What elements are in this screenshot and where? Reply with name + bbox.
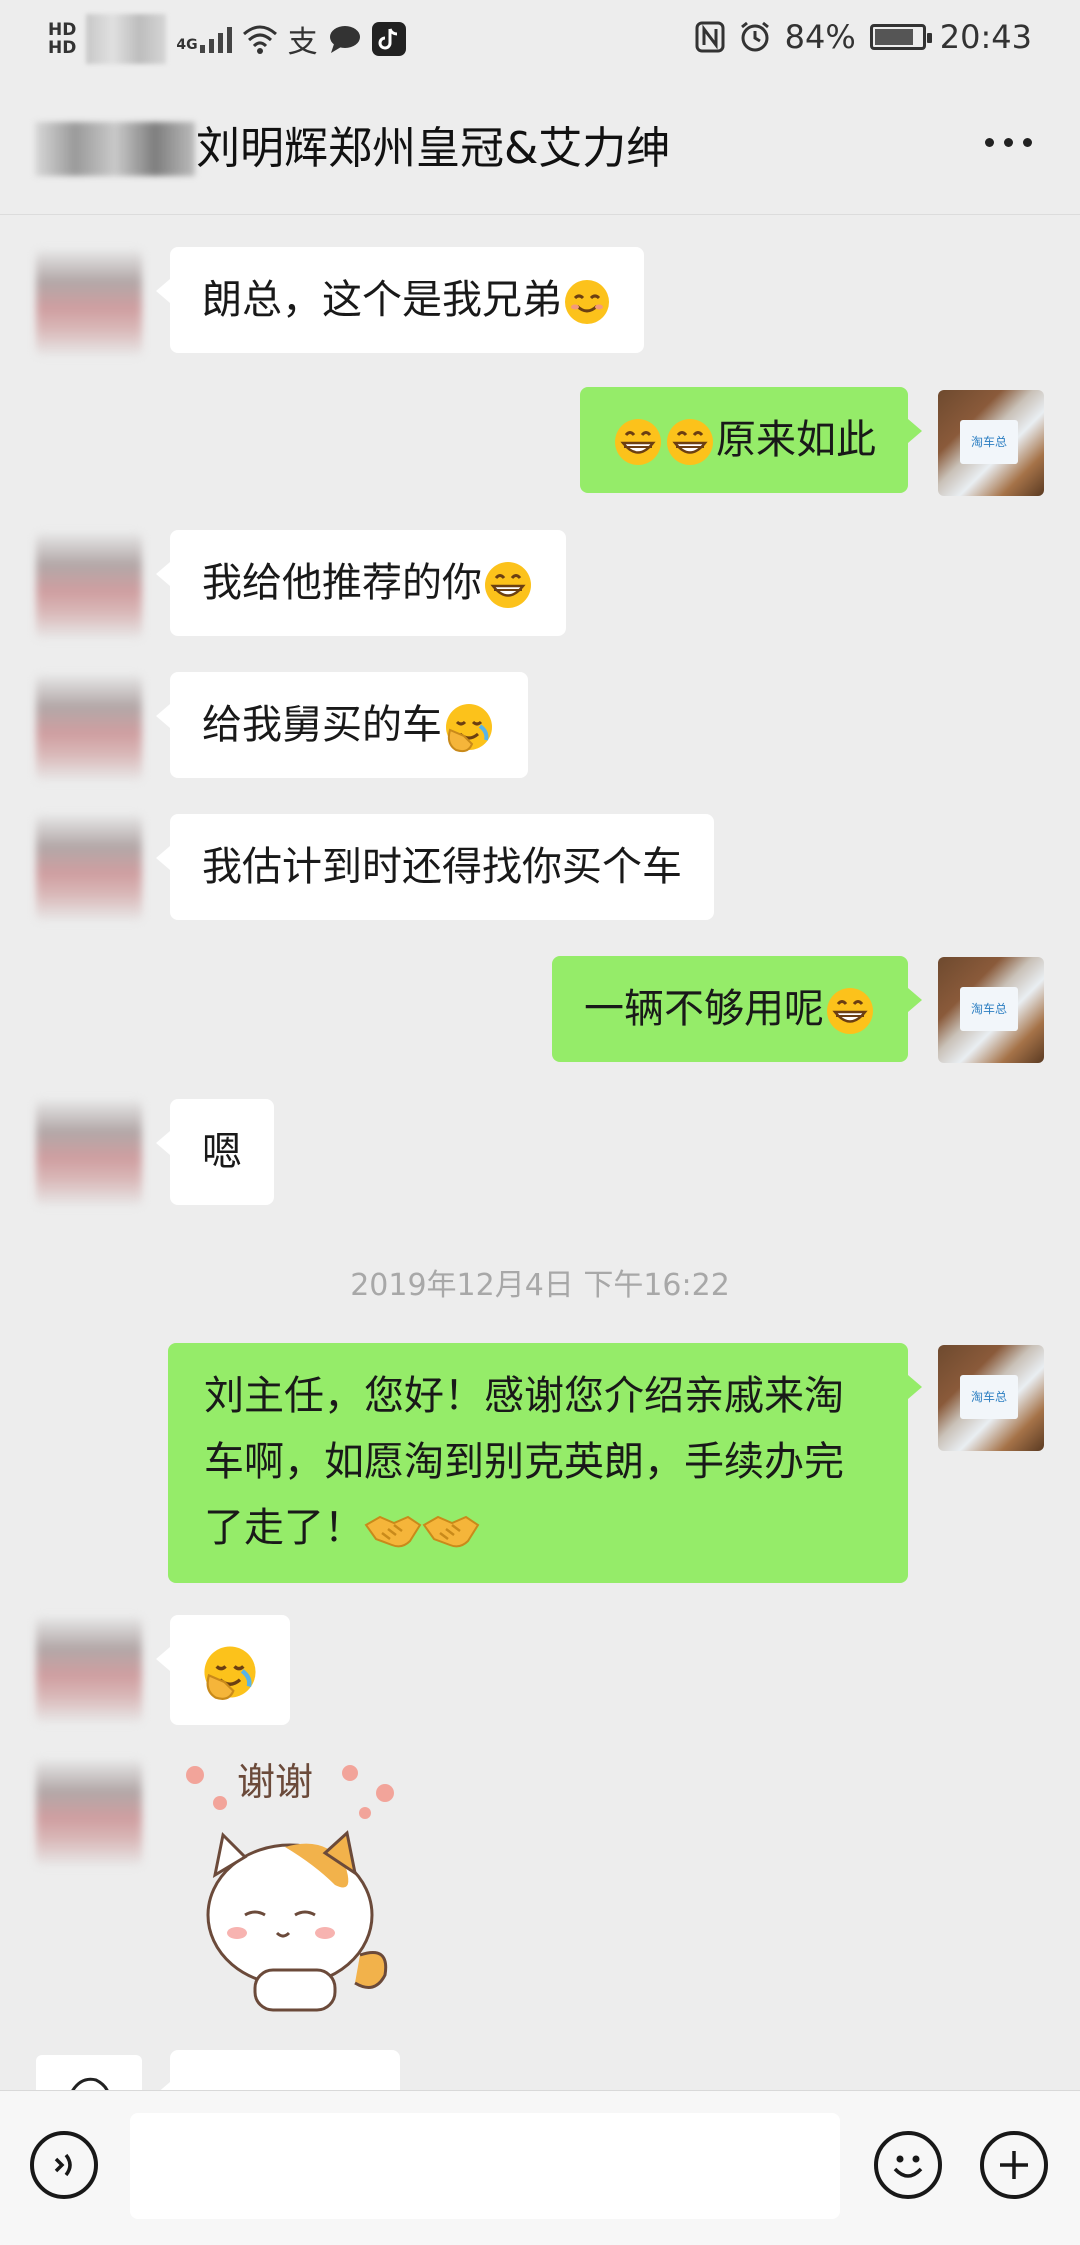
message-text: 嗯 [202, 1129, 242, 1175]
plus-icon[interactable] [980, 2131, 1048, 2199]
clock: 20:43 [939, 18, 1032, 56]
contact-avatar[interactable] [36, 250, 142, 356]
message-text: 一辆不够用呢 [584, 986, 824, 1032]
message-input[interactable] [130, 2113, 840, 2219]
message-bubble[interactable]: 原来如此 [580, 387, 922, 493]
grinning-face-icon [827, 988, 873, 1034]
message-bubble[interactable]: 我估计到时还得找你买个车 [156, 814, 714, 920]
contact-avatar[interactable] [36, 675, 142, 781]
alipay-icon: 支 [287, 25, 318, 60]
grinning-face-icon [615, 419, 661, 465]
contact-avatar[interactable] [36, 815, 142, 921]
alarm-icon [740, 21, 769, 52]
wifi-icon [242, 25, 277, 54]
contact-avatar[interactable] [36, 1100, 142, 1206]
contact-avatar[interactable] [36, 2055, 142, 2090]
message-text: 我估计到时还得找你买个车 [202, 844, 682, 890]
timestamp: 2019年12月4日 下午16:22 [350, 1268, 730, 1303]
cellular-signal-icon: 4G [176, 25, 232, 53]
chat-title: 刘明辉郑州皇冠&艾力绅 [196, 123, 671, 174]
message-list[interactable]: 朗总，这个是我兄弟 淘车总 原来如此 我给他推荐的你 给我舅买的车 我估计到时还… [0, 215, 1080, 2090]
more-dots-icon[interactable] [985, 138, 1032, 147]
face-palm-icon [204, 1646, 256, 1700]
chat-header: 刘明辉郑州皇冠&艾力绅 [0, 80, 1080, 215]
message-bubble[interactable] [156, 2050, 400, 2090]
tiktok-icon [371, 22, 406, 56]
nfc-icon [695, 21, 725, 53]
message-text: 给我舅买的车 [202, 702, 442, 748]
message-text: 我给他推荐的你 [202, 560, 482, 606]
battery-icon [869, 24, 932, 50]
emoji-icon[interactable] [874, 2131, 942, 2199]
message-bubble[interactable] [156, 1615, 290, 1725]
message-text: 原来如此 [716, 417, 876, 463]
message-bubble[interactable]: 给我舅买的车 [156, 672, 528, 778]
sticker-text: 谢谢 [237, 1762, 313, 1804]
status-right: 84% 20:43 [695, 18, 1032, 56]
message-text: 刘主任，您好！感谢您介绍亲戚来淘车啊，如愿淘到别克英朗，手续办完了走了！ [204, 1373, 844, 1551]
hd-indicator: HD HD [48, 20, 77, 58]
handshake-icon [364, 1515, 422, 1548]
message-bubble[interactable]: 刘主任，您好！感谢您介绍亲戚来淘车啊，如愿淘到别克英朗，手续办完了走了！ [168, 1343, 922, 1583]
face-palm-icon [446, 704, 492, 753]
blurred-carrier [86, 14, 167, 64]
message-bubble[interactable]: 朗总，这个是我兄弟 [156, 247, 644, 353]
message-bubble[interactable]: 一辆不够用呢 [552, 956, 922, 1062]
voice-icon[interactable] [30, 2131, 98, 2199]
grinning-face-icon [485, 562, 531, 608]
status-bar: HD HD 4G 支 84% 20:43 [0, 0, 1080, 80]
contact-avatar[interactable] [36, 1760, 142, 1866]
message-icon [329, 26, 360, 53]
my-avatar[interactable]: 淘车总 [938, 390, 1044, 496]
battery-percent: 84% [784, 18, 856, 56]
contact-avatar[interactable] [36, 1617, 142, 1723]
grinning-face-icon [667, 419, 713, 465]
thank-you-cat-sticker[interactable]: 谢谢 [175, 1755, 425, 2025]
contact-avatar[interactable] [36, 533, 142, 639]
message-bubble[interactable]: 嗯 [156, 1099, 274, 1205]
blurred-title-prefix [35, 122, 195, 176]
message-text: 朗总，这个是我兄弟 [202, 277, 562, 323]
message-bubble[interactable]: 我给他推荐的你 [156, 530, 566, 636]
handshake-icon [422, 1515, 480, 1548]
my-avatar[interactable]: 淘车总 [938, 957, 1044, 1063]
my-avatar[interactable]: 淘车总 [938, 1345, 1044, 1451]
status-left: HD HD 4G 支 [48, 14, 406, 64]
smiling-face-icon [565, 280, 609, 324]
input-bar [0, 2090, 1080, 2245]
